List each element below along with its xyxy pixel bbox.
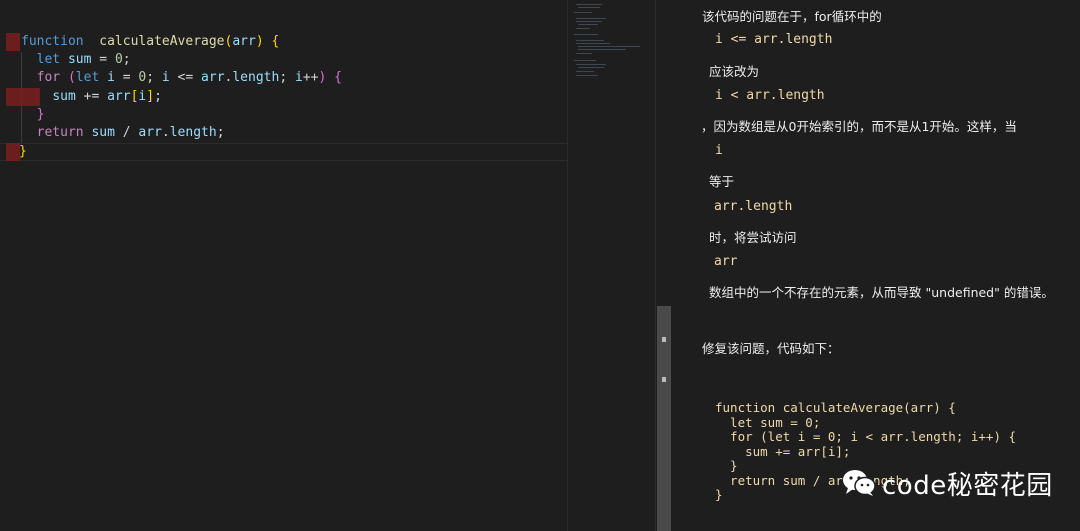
code-line[interactable]: for (let i = 0; i <= arr.length; i++) { xyxy=(21,69,588,87)
code-token: ; xyxy=(146,70,162,85)
minimap-line xyxy=(574,12,592,13)
code-token: = xyxy=(114,70,139,85)
code-token: ) xyxy=(255,34,264,49)
minimap-line xyxy=(578,7,600,8)
explanation-panel: 该代码的问题在于，for循环中的 i <= arr.length 应该改为 i … xyxy=(671,0,1080,531)
watermark: code秘密花园 xyxy=(842,463,1053,503)
code-editor[interactable]: function calculateAverage ( arr) { let sum… xyxy=(0,0,567,531)
code-token: i xyxy=(294,70,303,85)
code-token: ; xyxy=(279,70,295,85)
minimap-line xyxy=(576,53,592,54)
scroll-marker xyxy=(662,337,666,342)
code-token: arr xyxy=(201,70,225,85)
code-token: ; xyxy=(216,125,225,140)
code-token: return xyxy=(36,125,84,140)
inline-code: arr xyxy=(714,254,738,269)
code-token: { xyxy=(271,34,280,49)
minimap-line xyxy=(574,60,596,61)
code-token: . xyxy=(161,125,170,140)
code-token: += xyxy=(75,89,108,104)
code-token: ] xyxy=(146,89,155,104)
code-line[interactable]: } xyxy=(21,106,588,124)
code-token: sum xyxy=(67,52,92,67)
code-token: ; xyxy=(122,52,131,67)
code-token: let xyxy=(75,70,100,85)
code-token: let xyxy=(36,52,61,67)
minimap-line xyxy=(576,71,594,72)
code-token: calculateAverage xyxy=(99,34,225,49)
code-token: i xyxy=(107,70,115,85)
vertical-scrollbar[interactable] xyxy=(655,0,672,531)
watermark-text: code秘密花园 xyxy=(882,470,1053,501)
inline-code: i xyxy=(715,143,723,158)
code-token: <= xyxy=(169,70,202,85)
minimap-line xyxy=(578,67,604,68)
code-token: 0 xyxy=(114,52,123,67)
code-token: length xyxy=(169,125,217,140)
code-token: sum xyxy=(91,125,115,140)
error-marker xyxy=(6,143,20,161)
error-marker xyxy=(6,33,20,51)
minimap-line xyxy=(576,21,602,22)
code-token: ++ xyxy=(302,70,319,85)
code-token: length xyxy=(232,70,280,85)
inline-code: i < arr.length xyxy=(715,88,825,103)
explanation-text: 该代码的问题在于，for循环中的 xyxy=(702,9,882,24)
explanation-text: 等于 xyxy=(709,174,735,189)
code-token: function xyxy=(21,34,84,49)
minimap-line xyxy=(576,43,610,44)
explanation-text: ，因为数组是从0开始索引的，而不是从1开始。这样，当 xyxy=(701,119,1017,134)
minimap-line xyxy=(576,64,606,65)
minimap-line xyxy=(576,18,606,19)
code-line[interactable]: function calculateAverage(arr) { xyxy=(21,33,588,51)
minimap[interactable] xyxy=(567,0,656,531)
code-token: ( xyxy=(67,70,76,85)
code-line[interactable]: return sum / arr.length; xyxy=(21,124,588,142)
code-token: ; xyxy=(154,89,162,104)
minimap-line xyxy=(576,40,604,41)
code-token: i xyxy=(161,70,170,85)
code-token: for xyxy=(36,70,61,85)
code-token: arr xyxy=(138,125,162,140)
scroll-marker xyxy=(662,377,666,382)
code-token: arr xyxy=(232,34,256,49)
wechat-icon xyxy=(842,469,876,497)
explanation-text: 修复该问题，代码如下： xyxy=(702,341,840,356)
code-token: } xyxy=(19,144,27,159)
code-token: = xyxy=(91,52,115,67)
code-token: sum xyxy=(52,89,76,104)
minimap-line xyxy=(578,46,640,47)
code-token: arr xyxy=(107,89,131,104)
explanation-text: 时，将尝试访问 xyxy=(709,230,797,245)
code-token: / xyxy=(114,125,139,140)
code-token: } xyxy=(36,107,45,122)
minimap-line xyxy=(578,24,598,25)
minimap-line xyxy=(576,75,598,76)
code-token: { xyxy=(334,70,342,85)
inline-code: i <= arr.length xyxy=(715,32,833,47)
code-line[interactable]: sum += arr[i]; xyxy=(21,88,588,106)
minimap-line xyxy=(574,34,598,35)
minimap-line xyxy=(578,49,626,50)
code-line[interactable]: } xyxy=(19,143,586,161)
code-line[interactable]: let sum = 0; xyxy=(21,51,588,69)
inline-code: arr.length xyxy=(714,199,793,214)
minimap-line xyxy=(576,4,602,5)
explanation-text: 应该改为 xyxy=(709,64,760,79)
explanation-text: 数组中的一个不存在的元素，从而导致 "undefined" 的错误。 xyxy=(709,285,1054,300)
minimap-line xyxy=(576,28,590,29)
